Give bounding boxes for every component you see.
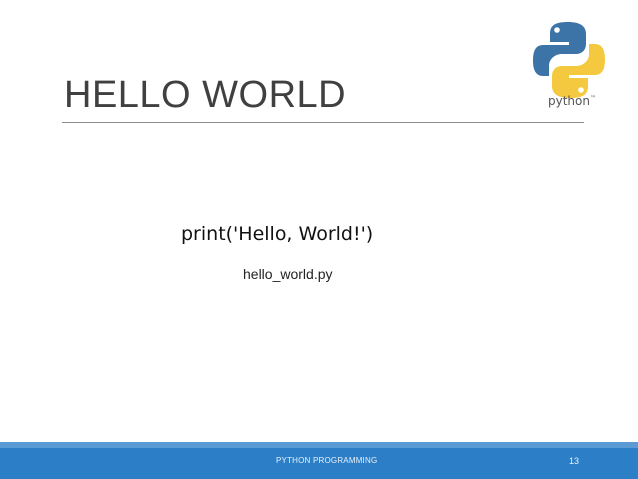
trademark-mark: ™	[589, 95, 596, 102]
slide-title: HELLO WORLD	[64, 74, 347, 116]
code-file-caption: hello_world.py	[243, 266, 333, 282]
code-line: print('Hello, World!')	[181, 223, 374, 245]
footer-title: PYTHON PROGRAMMING	[276, 456, 378, 465]
python-logo-text: python™	[548, 94, 596, 108]
page-number: 13	[569, 456, 580, 466]
slide: HELLO WORLD python™ print('Hello, World!…	[0, 0, 638, 479]
python-wordmark: python	[548, 94, 590, 108]
title-divider	[62, 122, 584, 123]
